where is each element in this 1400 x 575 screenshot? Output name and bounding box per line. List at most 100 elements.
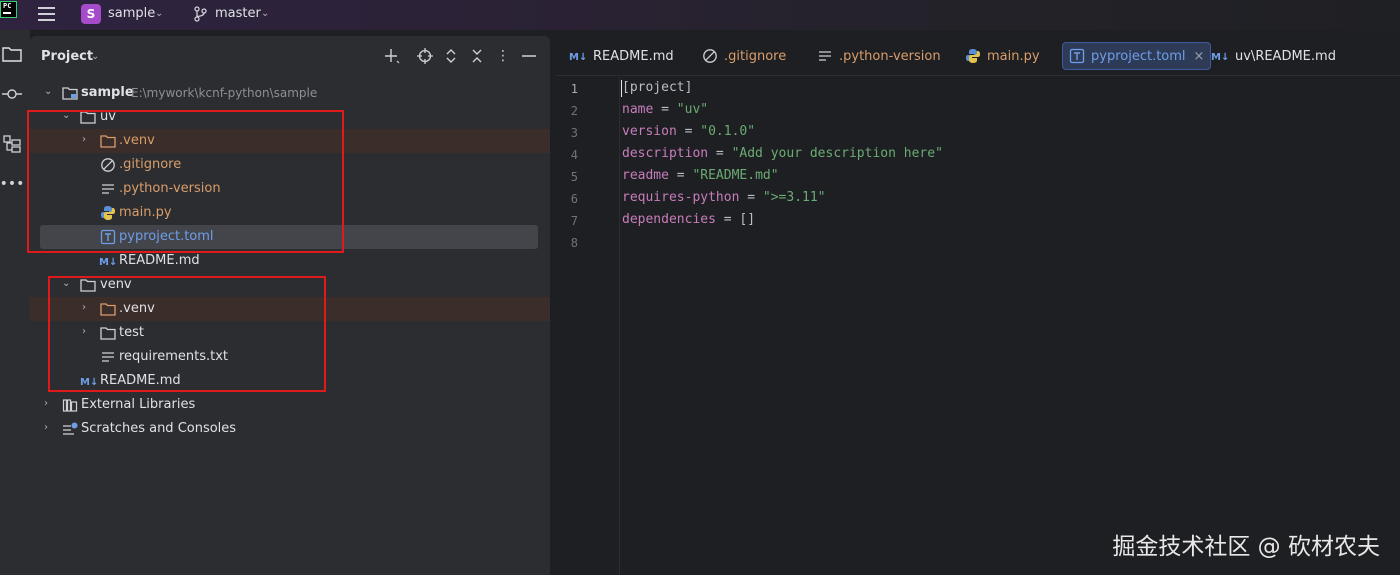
chevron-down-icon[interactable]: ⌄ <box>91 51 99 62</box>
toml-value: ">=3.11" <box>762 190 826 205</box>
chevron-down-icon[interactable]: ⌄ <box>261 8 269 19</box>
toml-key: requires-python <box>622 190 740 205</box>
tree-label: External Libraries <box>81 397 196 412</box>
toml-key: dependencies <box>622 212 716 227</box>
chevron-down-icon[interactable]: ⌄ <box>155 8 163 19</box>
project-badge[interactable]: S <box>81 4 101 24</box>
tab-label: README.md <box>593 48 674 64</box>
tree-node-sample[interactable]: ⌄ sample E:\mywork\kcnf-python\sample <box>30 81 550 105</box>
tab-python-version[interactable]: .python-version <box>817 42 941 70</box>
toml-value: "README.md" <box>692 168 779 183</box>
tab-uv-readme[interactable]: M↓ uv\README.md <box>1211 42 1336 70</box>
line-number[interactable]: 8 <box>556 236 578 250</box>
toml-equals: = <box>676 124 701 139</box>
add-icon[interactable] <box>383 47 401 65</box>
watermark: 掘金技术社区 @ 砍材农夫 <box>1112 534 1380 560</box>
toml-equals: = <box>739 190 763 205</box>
tab-readme[interactable]: M↓ README.md <box>569 42 674 70</box>
git-branch-icon[interactable] <box>193 6 207 26</box>
tab-gitignore[interactable]: .gitignore <box>702 42 786 70</box>
line-number[interactable]: 6 <box>556 192 578 206</box>
svg-text:M↓: M↓ <box>1211 52 1229 63</box>
code-line-2[interactable]: name = "uv" <box>622 102 708 117</box>
commit-icon[interactable] <box>0 82 24 106</box>
project-panel-header: Project ⌄ ⋮ <box>30 36 550 76</box>
tab-label: main.py <box>987 48 1040 64</box>
svg-text:M↓: M↓ <box>99 257 117 268</box>
hide-icon[interactable] <box>520 47 538 65</box>
toml-file-icon <box>1069 48 1085 64</box>
tool-window-strip: ••• <box>0 30 30 575</box>
code-line-5[interactable]: readme = "README.md" <box>622 168 779 183</box>
tab-label: pyproject.toml <box>1091 48 1186 64</box>
svg-text:M↓: M↓ <box>569 52 587 63</box>
ignored-file-icon <box>702 48 718 64</box>
line-number[interactable]: 1 <box>556 82 578 96</box>
code-line-6[interactable]: requires-python = ">=3.11" <box>622 190 826 205</box>
tree-node-scratches[interactable]: › Scratches and Consoles <box>30 417 550 441</box>
tree-label: README.md <box>119 253 200 268</box>
expand-all-icon[interactable] <box>442 47 460 65</box>
pycharm-logo-icon[interactable]: PC <box>0 1 17 18</box>
chevron-down-icon[interactable]: ⌄ <box>44 87 54 97</box>
tab-label: .gitignore <box>724 48 787 64</box>
toml-key: description <box>622 146 709 161</box>
toml-value: [] <box>739 212 756 227</box>
line-number[interactable]: 5 <box>556 170 578 184</box>
code-line-3[interactable]: version = "0.1.0" <box>622 124 755 139</box>
library-icon <box>62 397 78 413</box>
markdown-file-icon: M↓ <box>1211 48 1229 64</box>
branch-switcher[interactable]: master <box>215 6 261 21</box>
gutter-divider <box>619 77 620 575</box>
options-icon[interactable]: ⋮ <box>494 47 512 65</box>
project-folder-icon[interactable] <box>0 42 24 66</box>
line-number[interactable]: 3 <box>556 126 578 140</box>
tab-pyproject-toml[interactable]: pyproject.toml × <box>1062 42 1212 70</box>
line-number[interactable]: 7 <box>556 214 578 228</box>
line-number[interactable]: 4 <box>556 148 578 162</box>
scratches-icon <box>62 421 78 437</box>
toml-key: name <box>622 102 654 117</box>
collapse-all-icon[interactable] <box>468 47 486 65</box>
title-bar: PC S sample ⌄ master ⌄ <box>0 0 1400 30</box>
tree-path: E:\mywork\kcnf-python\sample <box>131 86 318 100</box>
text-file-icon <box>817 48 833 64</box>
tree-node-external-libraries[interactable]: › External Libraries <box>30 393 550 417</box>
python-file-icon <box>965 48 981 64</box>
editor-tab-bar: M↓ README.md .gitignore .python-version … <box>556 36 1400 76</box>
annotation-box-venv <box>48 276 326 392</box>
toml-value: "0.1.0" <box>700 124 756 139</box>
toml-equals: = <box>708 146 732 161</box>
locate-icon[interactable] <box>416 47 434 65</box>
toml-value: "Add your description here" <box>731 146 943 161</box>
tab-label: .python-version <box>839 48 941 64</box>
toml-equals: = <box>715 212 740 227</box>
line-number[interactable]: 2 <box>556 104 578 118</box>
more-tools-icon[interactable]: ••• <box>0 172 24 196</box>
panel-title[interactable]: Project <box>41 49 93 64</box>
chevron-right-icon[interactable]: › <box>44 399 54 409</box>
chevron-right-icon[interactable]: › <box>44 423 54 433</box>
toml-key: version <box>622 124 677 139</box>
project-switcher[interactable]: sample <box>108 6 155 21</box>
toml-equals: = <box>653 102 677 117</box>
annotation-box-uv <box>27 110 344 253</box>
module-folder-icon <box>62 85 78 101</box>
tab-main-py[interactable]: main.py <box>965 42 1040 70</box>
tree-label: sample <box>81 85 134 100</box>
code-line-7[interactable]: dependencies = [] <box>622 212 755 227</box>
toml-value: "uv" <box>676 102 709 117</box>
editor-area: M↓ README.md .gitignore .python-version … <box>556 36 1400 575</box>
project-tool-window: Project ⌄ ⋮ ⌄ sample E:\mywork\kcnf-pyth… <box>27 36 550 575</box>
toml-key: readme <box>622 168 669 183</box>
close-icon[interactable]: × <box>1194 49 1205 64</box>
markdown-file-icon: M↓ <box>569 48 587 64</box>
toml-equals: = <box>668 168 693 183</box>
markdown-file-icon: M↓ <box>99 253 119 269</box>
tree-label: Scratches and Consoles <box>81 421 237 436</box>
tab-label: uv\README.md <box>1235 48 1336 64</box>
code-line-4[interactable]: description = "Add your description here… <box>622 146 943 161</box>
structure-icon[interactable] <box>0 132 24 156</box>
code-line-1[interactable]: [project] <box>622 80 692 95</box>
main-menu-icon[interactable] <box>38 7 55 21</box>
